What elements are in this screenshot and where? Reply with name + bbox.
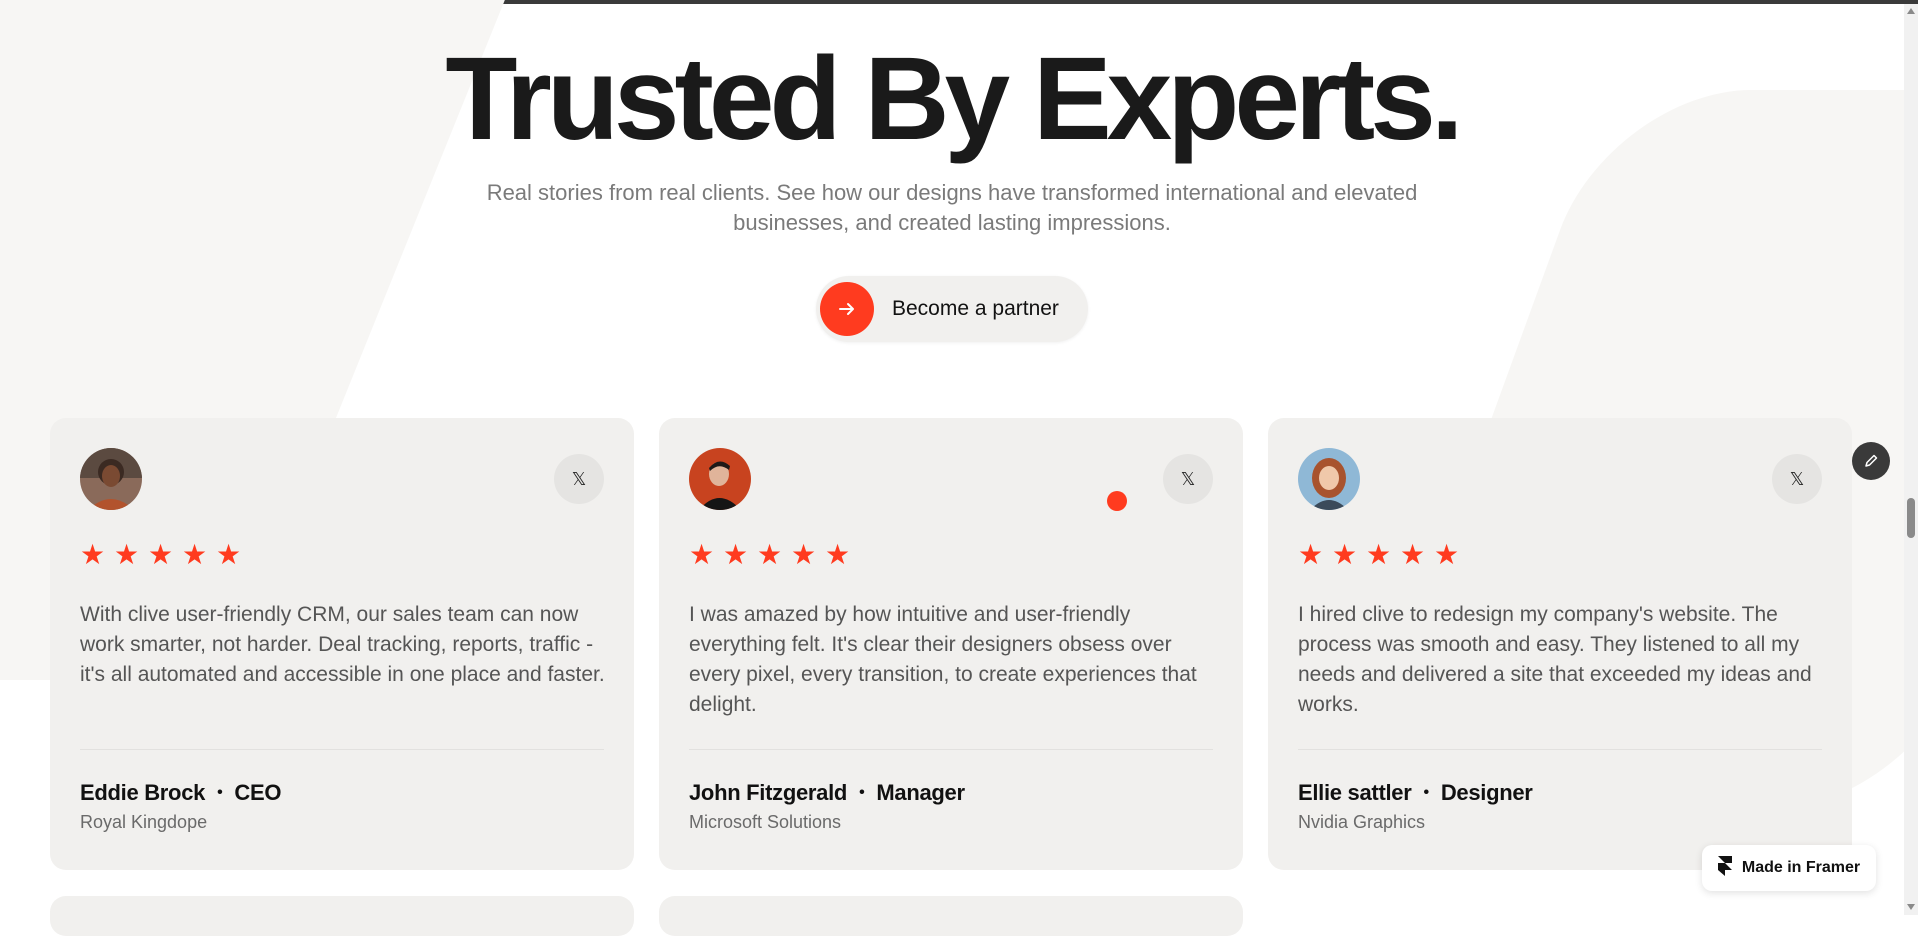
testimonial-quote: I hired clive to redesign my company's w… [1298,603,1812,716]
cursor-dot [1107,491,1127,511]
testimonial-quote: With clive user-friendly CRM, our sales … [80,603,605,686]
testimonial-card: 𝕏 ★ ★ ★ ★ ★ With clive user-friendly CRM… [50,418,634,870]
testimonial-card: 𝕏 ★ ★ ★ ★ ★ I was amazed by how intuitiv… [659,418,1243,870]
become-partner-button[interactable]: Become a partner [816,276,1088,342]
author-name: John Fitzgerald [689,780,848,805]
avatar [1298,448,1360,510]
avatar [80,448,142,510]
become-partner-label: Become a partner [892,297,1059,320]
author-line: John Fitzgerald • Manager [689,780,965,806]
author-name: Ellie sattler [1298,780,1412,805]
author-line: Eddie Brock • CEO [80,780,281,806]
testimonial-card-next [50,896,634,936]
arrow-right-icon [820,282,874,336]
author-role: Designer [1440,780,1533,805]
separator-dot: • [217,784,223,801]
author-company: Microsoft Solutions [689,812,842,832]
x-logo-icon[interactable]: 𝕏 [1772,454,1822,504]
x-logo-icon[interactable]: 𝕏 [1163,454,1213,504]
separator-dot: • [1423,784,1430,801]
separator-dot: • [859,784,865,801]
testimonial-quote: I was amazed by how intuitive and user-f… [689,603,1197,716]
scroll-up-arrow-icon[interactable] [1907,8,1915,14]
author-line: Ellie sattler • Designer [1298,780,1533,806]
pencil-icon[interactable] [1852,442,1890,480]
scroll-down-arrow-icon[interactable] [1907,904,1915,910]
page-scrollbar[interactable] [1904,4,1918,915]
avatar [689,448,751,510]
author-role: CEO [234,780,282,805]
section-title: Trusted By Experts. [445,33,1463,165]
scroll-thumb[interactable] [1907,498,1915,538]
star-rating: ★ ★ ★ ★ ★ [689,538,851,571]
section-subtitle: Real stories from real clients. See how … [486,180,1418,235]
author-name: Eddie Brock [80,780,206,805]
author-company: Royal Kingdope [80,812,208,832]
x-logo-icon[interactable]: 𝕏 [554,454,604,504]
author-role: Manager [876,780,965,805]
testimonial-card: 𝕏 ★ ★ ★ ★ ★ I hired clive to redesign my… [1268,418,1852,870]
divider [80,749,604,750]
divider [689,749,1213,750]
star-rating: ★ ★ ★ ★ ★ [1298,538,1460,571]
made-in-framer-label: Made in Framer [1741,859,1861,876]
testimonial-card-next [659,896,1243,936]
divider [1298,749,1822,750]
star-rating: ★ ★ ★ ★ ★ [80,538,242,571]
author-company: Nvidia Graphics [1298,812,1426,832]
framer-logo-icon [1717,855,1732,881]
made-in-framer-badge[interactable]: Made in Framer [1702,845,1876,891]
